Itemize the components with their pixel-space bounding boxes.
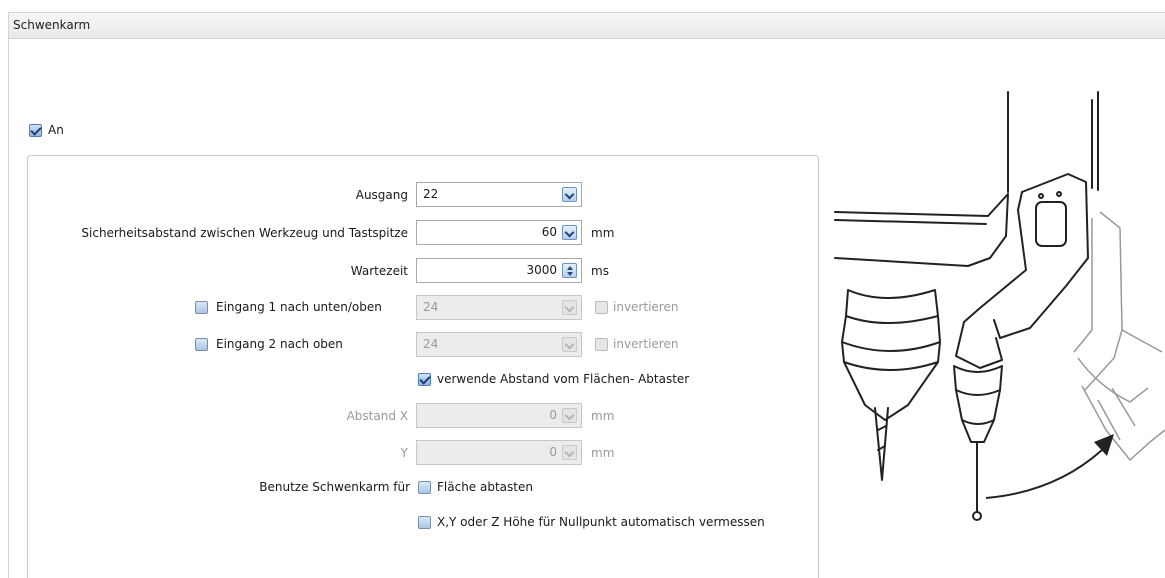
flaeche-checkbox[interactable] [418, 481, 431, 494]
eingang2-value: 24 [423, 337, 439, 351]
panel-left-border [8, 39, 9, 578]
eingang1-value: 24 [423, 300, 439, 314]
section-header: Schwenkarm [8, 12, 1165, 39]
sicherheitsabstand-value: 60 [541, 225, 557, 239]
enable-checkbox[interactable] [29, 124, 42, 137]
chevron-down-icon[interactable] [562, 225, 577, 240]
eingang2-invert-label: invertieren [613, 337, 679, 351]
eingang2-invert-checkbox[interactable] [595, 338, 608, 351]
abstand-y-value: 0 [549, 445, 557, 459]
verwende-abstand-label: verwende Abstand vom Flächen- Abtaster [437, 372, 690, 386]
chevron-down-icon[interactable] [562, 408, 577, 423]
wartezeit-unit: ms [591, 264, 609, 278]
ausgang-value: 22 [423, 187, 439, 201]
sicherheitsabstand-label: Sicherheitsabstand zwischen Werkzeug und… [81, 226, 408, 240]
chevron-down-icon[interactable] [562, 445, 577, 460]
verwende-abstand-checkbox[interactable] [418, 373, 431, 386]
swing-arm-probe-illustration-icon [834, 91, 1165, 521]
section-title: Schwenkarm [13, 18, 91, 32]
wartezeit-label: Wartezeit [350, 264, 408, 278]
ausgang-select[interactable]: 22 [416, 182, 582, 207]
abstand-x-label: Abstand X [346, 409, 408, 423]
wartezeit-value: 3000 [526, 263, 557, 277]
eingang1-invert-checkbox[interactable] [595, 301, 608, 314]
sicherheitsabstand-unit: mm [591, 226, 615, 240]
chevron-down-icon[interactable] [562, 337, 577, 352]
eingang2-select[interactable]: 24 [416, 332, 582, 357]
eingang2-label: Eingang 2 nach oben [216, 337, 343, 351]
ausgang-label: Ausgang [355, 188, 408, 202]
abstand-y-unit: mm [591, 446, 615, 460]
benutze-label: Benutze Schwenkarm für [259, 480, 410, 494]
abstand-y-label: Y [400, 446, 408, 460]
nullpunkt-label: X,Y oder Z Höhe für Nullpunkt automatisc… [437, 515, 765, 529]
spinner-icon[interactable] [562, 263, 577, 278]
enable-label: An [48, 123, 64, 137]
eingang1-checkbox[interactable] [195, 301, 208, 314]
chevron-down-icon[interactable] [562, 300, 577, 315]
eingang1-invert-label: invertieren [613, 300, 679, 314]
eingang1-select[interactable]: 24 [416, 295, 582, 320]
wartezeit-spinbox[interactable]: 3000 [416, 258, 582, 283]
eingang2-checkbox[interactable] [195, 338, 208, 351]
abstand-x-value: 0 [549, 408, 557, 422]
eingang1-label: Eingang 1 nach unten/oben [216, 300, 382, 314]
abstand-y-field[interactable]: 0 [416, 440, 582, 465]
nullpunkt-checkbox[interactable] [418, 516, 431, 529]
abstand-x-field[interactable]: 0 [416, 403, 582, 428]
chevron-down-icon[interactable] [562, 187, 577, 202]
abstand-x-unit: mm [591, 409, 615, 423]
sicherheitsabstand-select[interactable]: 60 [416, 220, 582, 245]
flaeche-label: Fläche abtasten [437, 480, 533, 494]
